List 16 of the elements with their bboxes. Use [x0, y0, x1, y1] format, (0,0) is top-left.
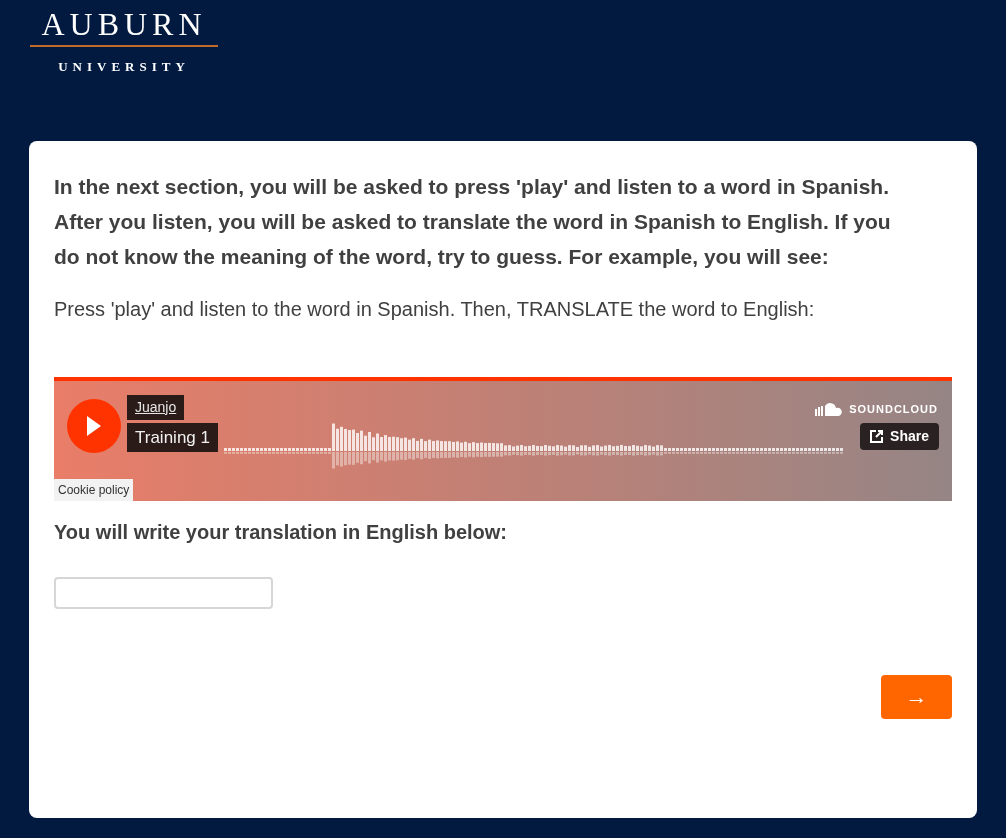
prompt-text: Press 'play' and listen to the word in Spanish. Then, TRANSLATE the word to English:: [54, 296, 816, 322]
cloud-icon: [815, 401, 844, 416]
logo[interactable]: AUBURN UNIVERSITY: [30, 6, 218, 77]
artist-link[interactable]: Juanjo: [127, 394, 185, 420]
play-button[interactable]: [67, 398, 121, 453]
logo-subtitle: UNIVERSITY: [58, 58, 190, 76]
share-button[interactable]: Share: [860, 422, 939, 450]
logo-name: AUBURN: [41, 6, 207, 42]
track-title: Training 1: [127, 422, 218, 452]
brand-text: SOUNDCLOUD: [849, 401, 938, 417]
cookie-policy-link[interactable]: Cookie policy: [54, 478, 134, 501]
answer-label: You will write your translation in English below:: [54, 519, 508, 545]
translation-input[interactable]: [54, 576, 273, 609]
play-icon: [86, 414, 102, 437]
share-icon: [870, 429, 885, 443]
instructions-text: In the next section, you will be asked to press 'play' and listen to a word in Spanish. After you listen, you will be asked to translate the word in Spanish to English. If you do not know the meaning of the word, try to guess. For example, you will see:: [54, 173, 892, 270]
